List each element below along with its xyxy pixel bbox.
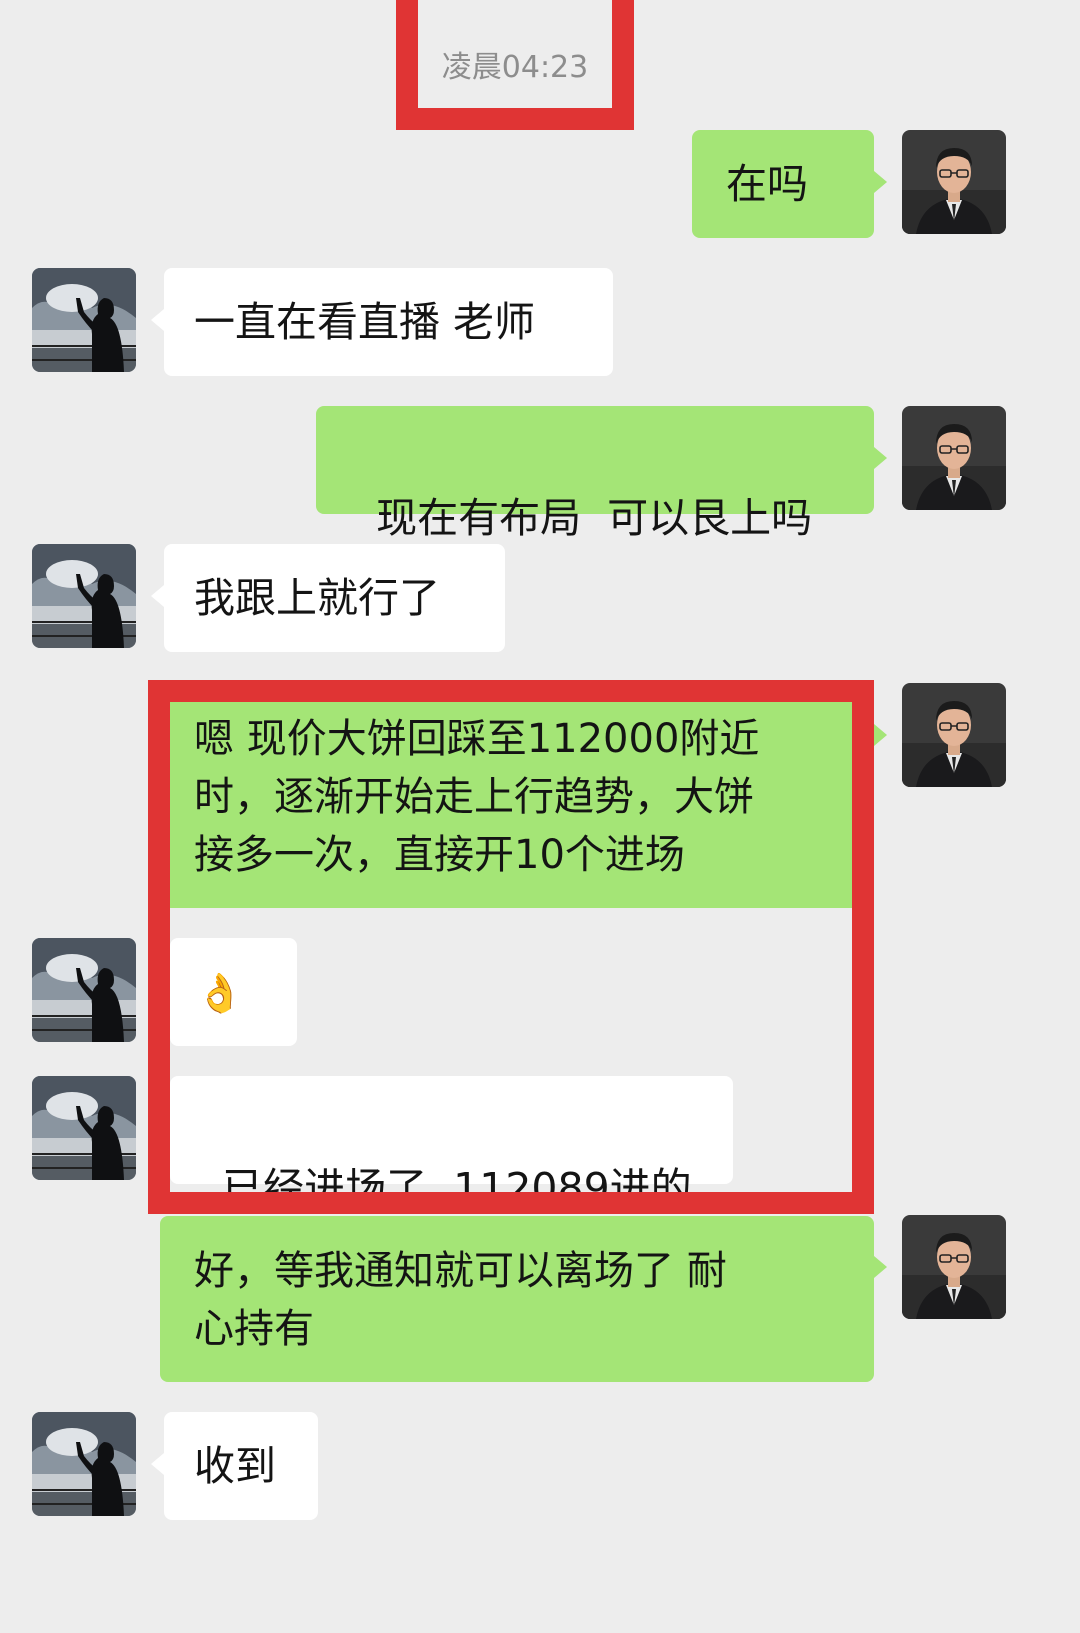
- bubble-tail: [151, 1453, 164, 1475]
- message-text: 收到: [194, 1442, 276, 1490]
- bubble-tail: [151, 585, 164, 607]
- silhouette-by-sea-avatar-icon: [32, 1076, 136, 1180]
- bubble-tail: [874, 171, 887, 193]
- message-text: 我跟上就行了: [194, 574, 440, 622]
- message-text: 在吗: [726, 160, 808, 208]
- silhouette-by-sea-avatar-icon: [32, 268, 136, 372]
- man-in-suit-glasses-avatar-icon: [902, 406, 1006, 510]
- bubble-tail: [874, 447, 887, 469]
- silhouette-by-sea-avatar-icon: [32, 1412, 136, 1516]
- message-bubble-self[interactable]: 现在有布局 可以艮上吗: [316, 406, 874, 542]
- message-highlight-frame: [148, 680, 874, 1214]
- other-avatar[interactable]: [32, 938, 136, 1042]
- message-text: 现在有布局 可以艮上吗: [376, 494, 813, 542]
- bubble-tail: [874, 1256, 887, 1278]
- bubble-tail: [151, 309, 164, 331]
- message-text: 一直在看直播 老师: [194, 298, 536, 346]
- other-avatar[interactable]: [32, 1412, 136, 1516]
- message-bubble-other[interactable]: 我跟上就行了: [164, 544, 505, 652]
- message-bubble-other[interactable]: 收到: [164, 1412, 318, 1520]
- message-text-line: 好，等我通知就可以离场了 耐: [194, 1248, 727, 1294]
- man-in-suit-glasses-avatar-icon: [902, 1215, 1006, 1319]
- self-avatar[interactable]: [902, 130, 1006, 234]
- other-avatar[interactable]: [32, 1076, 136, 1180]
- message-bubble-other[interactable]: 一直在看直播 老师: [164, 268, 613, 376]
- self-avatar[interactable]: [902, 1215, 1006, 1319]
- man-in-suit-glasses-avatar-icon: [902, 683, 1006, 787]
- other-avatar[interactable]: [32, 268, 136, 372]
- self-avatar[interactable]: [902, 683, 1006, 787]
- silhouette-by-sea-avatar-icon: [32, 938, 136, 1042]
- other-avatar[interactable]: [32, 544, 136, 648]
- silhouette-by-sea-avatar-icon: [32, 544, 136, 648]
- self-avatar[interactable]: [902, 406, 1006, 510]
- message-text-line: 心持有: [194, 1306, 314, 1352]
- message-bubble-self[interactable]: 在吗: [692, 130, 874, 238]
- man-in-suit-glasses-avatar-icon: [902, 130, 1006, 234]
- timestamp: 凌晨04:23: [441, 50, 589, 85]
- message-bubble-self[interactable]: 好，等我通知就可以离场了 耐 心持有: [160, 1216, 874, 1382]
- bubble-tail: [874, 724, 887, 746]
